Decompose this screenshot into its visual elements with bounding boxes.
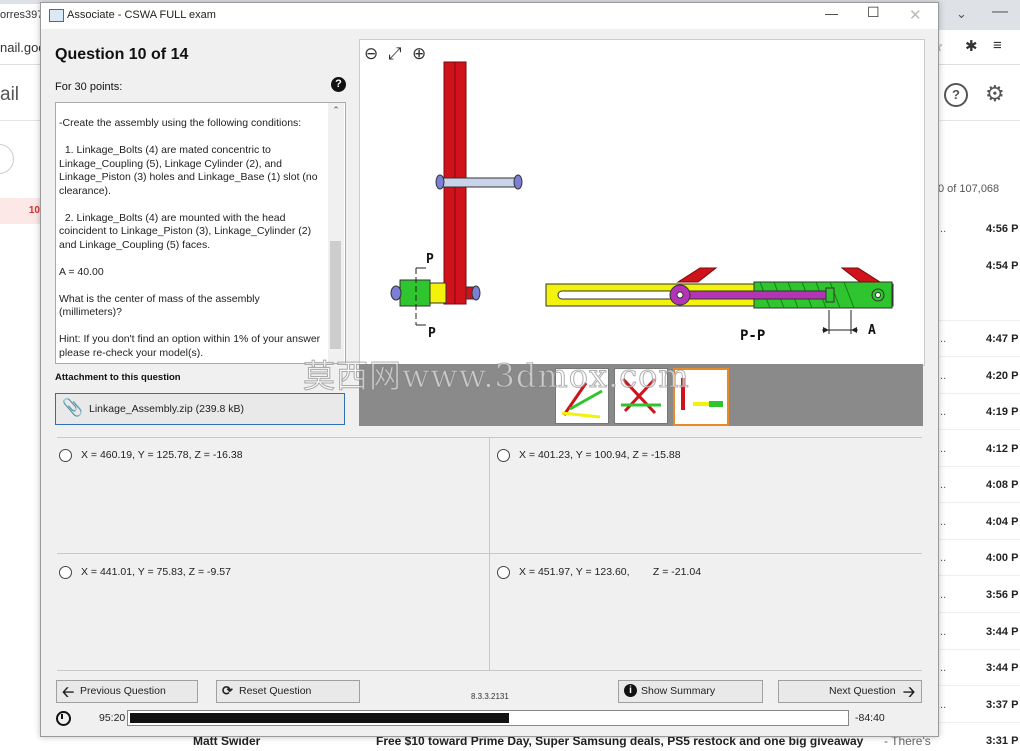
time-remaining: -84:40	[855, 712, 885, 724]
info-icon: i	[624, 684, 637, 697]
inbox-badge: 10	[0, 198, 42, 224]
question-text-panel[interactable]: -Create the assembly using the following…	[55, 102, 346, 364]
question-paragraph: A = 40.00	[59, 265, 104, 278]
gear-icon[interactable]: ⚙	[985, 81, 1005, 107]
watermark: 莫西网www.3dmox.com	[303, 357, 690, 396]
question-paragraph: What is the center of mass of the assemb…	[59, 292, 263, 319]
mail-row-time: 4:00 P	[986, 552, 1019, 564]
clock-icon	[56, 711, 71, 726]
answer-radio[interactable]	[59, 449, 72, 462]
playlist-icon[interactable]: ≡	[993, 37, 1002, 54]
linkage-base	[429, 282, 447, 304]
app-icon	[49, 9, 64, 22]
answer-option-4[interactable]: X = 451.97, Y = 123.60, Z = -21.04	[497, 566, 917, 586]
scroll-up-icon[interactable]: ⌃	[328, 105, 344, 116]
mail-row-time: 4:54 P	[986, 260, 1019, 272]
mail-row-time: 4:04 P	[986, 516, 1019, 528]
answer-text: X = 401.23, Y = 100.94, Z = -15.88	[519, 449, 681, 461]
reset-question-button[interactable]: ⟳ Reset Question	[216, 680, 360, 703]
linkage-drawing: P P A P-P	[390, 61, 894, 344]
answer-grid: X = 460.19, Y = 125.78, Z = -16.38 X = 4…	[57, 437, 922, 671]
compose-button[interactable]	[0, 144, 14, 174]
question-figure: ⊖ ⤢ ⊕ P P A P-P	[359, 39, 925, 366]
section-label-top: P	[426, 252, 434, 267]
mail-row-time: 4:12 P	[986, 443, 1019, 455]
scroll-thumb[interactable]	[330, 241, 341, 349]
mail-brand: ail	[0, 84, 20, 105]
divider	[489, 438, 490, 670]
next-question-button[interactable]: Next Question 🡢	[778, 680, 922, 703]
mail-row-time: 4:20 P	[986, 370, 1019, 382]
answer-option-3[interactable]: X = 441.01, Y = 75.83, Z = -9.57	[59, 566, 479, 586]
attachment-label: Attachment to this question	[55, 372, 181, 383]
version-label: 8.3.3.2131	[471, 692, 509, 701]
question-paragraph: -Create the assembly using the following…	[59, 117, 302, 129]
browser-tab-title: orres397	[0, 9, 42, 21]
answer-text: X = 451.97, Y = 123.60, Z = -21.04	[519, 566, 702, 578]
previous-question-button[interactable]: 🡠 Previous Question	[56, 680, 198, 703]
browser-tab[interactable]: orres397	[0, 4, 42, 30]
question-text: -Create the assembly using the following…	[59, 117, 324, 363]
mail-row-time: 4:47 P	[986, 333, 1019, 345]
extensions-icon[interactable]: ✱	[965, 37, 978, 55]
show-summary-button[interactable]: i Show Summary	[618, 680, 763, 703]
mail-row-time: 3:44 P	[986, 626, 1019, 638]
answer-radio[interactable]	[497, 566, 510, 579]
mail-row-time: 4:08 P	[986, 479, 1019, 491]
linkage-bolt	[439, 177, 519, 188]
answer-option-2[interactable]: X = 401.23, Y = 100.94, Z = -15.88	[497, 449, 917, 469]
answer-radio[interactable]	[59, 566, 72, 579]
exam-window: Associate - CSWA FULL exam — ☐ ✕ Questio…	[40, 2, 939, 737]
attachment-button[interactable]: 📎 Linkage_Assembly.zip (239.8 kB)	[55, 393, 345, 425]
title-bar: Associate - CSWA FULL exam — ☐ ✕	[41, 3, 938, 29]
linkage-piston	[399, 279, 431, 307]
time-progress-bar	[127, 710, 849, 726]
minimize-button[interactable]: —	[825, 6, 838, 21]
arrow-left-icon: 🡠	[62, 684, 75, 701]
maximize-button[interactable]: ☐	[867, 4, 880, 21]
arrow-right-icon: 🡢	[903, 684, 916, 701]
answer-option-1[interactable]: X = 460.19, Y = 125.78, Z = -16.38	[59, 449, 479, 469]
question-paragraph: 1. Linkage_Bolts (4) are mated concentri…	[59, 144, 321, 197]
answer-text: X = 460.19, Y = 125.78, Z = -16.38	[81, 449, 243, 461]
time-elapsed: 95:20	[99, 712, 126, 724]
section-rod	[677, 290, 827, 300]
time-progress-fill	[130, 713, 510, 723]
mail-row-time: 3:31 P	[986, 735, 1019, 747]
question-scrollbar[interactable]: ⌃	[328, 103, 344, 363]
help-icon[interactable]: ?	[944, 83, 968, 107]
question-paragraph: Hint: If you don't find an option within…	[59, 333, 324, 359]
mail-row-time: 4:19 P	[986, 406, 1019, 418]
section-view-label: P-P	[740, 328, 765, 344]
answer-radio[interactable]	[497, 449, 510, 462]
section-label-bottom: P	[428, 326, 436, 341]
divider	[57, 553, 922, 554]
question-title: Question 10 of 14	[55, 46, 189, 63]
minimize-icon[interactable]: —	[992, 3, 1008, 21]
mail-row-time: 3:37 P	[986, 699, 1019, 711]
mail-row-time: 4:56 P	[986, 223, 1019, 235]
window-title: Associate - CSWA FULL exam	[67, 9, 216, 21]
attachment-filename: Linkage_Assembly.zip (239.8 kB)	[89, 403, 245, 415]
close-button[interactable]: ✕	[909, 6, 922, 24]
refresh-icon: ⟳	[222, 683, 233, 698]
question-points: For 30 points:	[55, 81, 123, 93]
paperclip-icon: 📎	[62, 398, 84, 417]
mail-row-time: 3:44 P	[986, 662, 1019, 674]
answer-text: X = 441.01, Y = 75.83, Z = -9.57	[81, 566, 231, 578]
mail-count: 0 of 107,068	[938, 183, 1000, 195]
question-paragraph: 2. Linkage_Bolts (4) are mounted with th…	[59, 211, 315, 251]
chevron-down-icon[interactable]: ⌄	[956, 6, 967, 22]
help-icon[interactable]: ?	[331, 77, 346, 92]
address-bar[interactable]: nail.goo	[0, 40, 46, 55]
mail-row-time: 3:56 P	[986, 589, 1019, 601]
dimension-label-a: A	[868, 323, 876, 338]
